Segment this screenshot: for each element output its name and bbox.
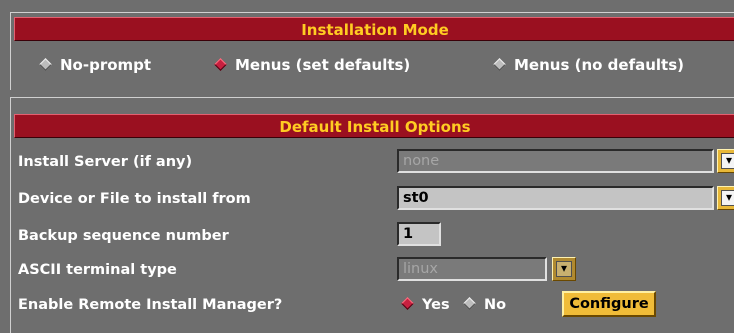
radio-no-prompt-label: No-prompt <box>60 56 152 74</box>
installation-mode-title: Installation Mode <box>14 17 734 41</box>
radio-menus-no-defaults-label: Menus (no defaults) <box>514 56 685 74</box>
default-install-options-panel: Default Install Options Install Server (… <box>10 97 734 333</box>
device-label: Device or File to install from <box>18 191 251 207</box>
radio-on-icon <box>401 297 414 310</box>
terminal-type-field[interactable]: linux <box>397 257 547 281</box>
radio-remote-no[interactable]: No <box>463 294 507 316</box>
configure-button[interactable]: Configure <box>562 291 656 317</box>
device-dropdown-button[interactable]: ▾ <box>717 186 734 210</box>
radio-menus-set-defaults[interactable]: Menus (set defaults) <box>214 53 411 77</box>
remote-manager-label: Enable Remote Install Manager? <box>18 297 283 313</box>
radio-menus-set-defaults-label: Menus (set defaults) <box>235 56 411 74</box>
radio-off-icon <box>39 58 52 71</box>
chevron-down-icon: ▾ <box>556 261 572 277</box>
radio-remote-no-label: No <box>484 297 507 313</box>
terminal-type-label: ASCII terminal type <box>18 262 177 278</box>
radio-menus-no-defaults[interactable]: Menus (no defaults) <box>493 53 685 77</box>
device-field[interactable]: st0 <box>397 186 714 210</box>
terminal-type-dropdown-button[interactable]: ▾ <box>552 257 576 281</box>
radio-remote-yes[interactable]: Yes <box>401 294 450 316</box>
radio-off-icon <box>493 58 506 71</box>
install-server-label: Install Server (if any) <box>18 154 193 170</box>
radio-no-prompt[interactable]: No-prompt <box>39 53 152 77</box>
install-server-dropdown-button[interactable]: ▾ <box>717 149 734 173</box>
backup-sequence-label: Backup sequence number <box>18 228 229 244</box>
default-install-options-title: Default Install Options <box>14 114 734 138</box>
radio-remote-yes-label: Yes <box>422 297 450 313</box>
install-server-field[interactable]: none <box>397 149 714 173</box>
backup-sequence-field[interactable]: 1 <box>397 222 441 246</box>
chevron-down-icon: ▾ <box>721 190 734 206</box>
radio-off-icon <box>463 297 476 310</box>
chevron-down-icon: ▾ <box>721 153 734 169</box>
installation-mode-panel: Installation Mode No-prompt Menus (set d… <box>10 12 734 90</box>
radio-on-icon <box>214 58 227 71</box>
